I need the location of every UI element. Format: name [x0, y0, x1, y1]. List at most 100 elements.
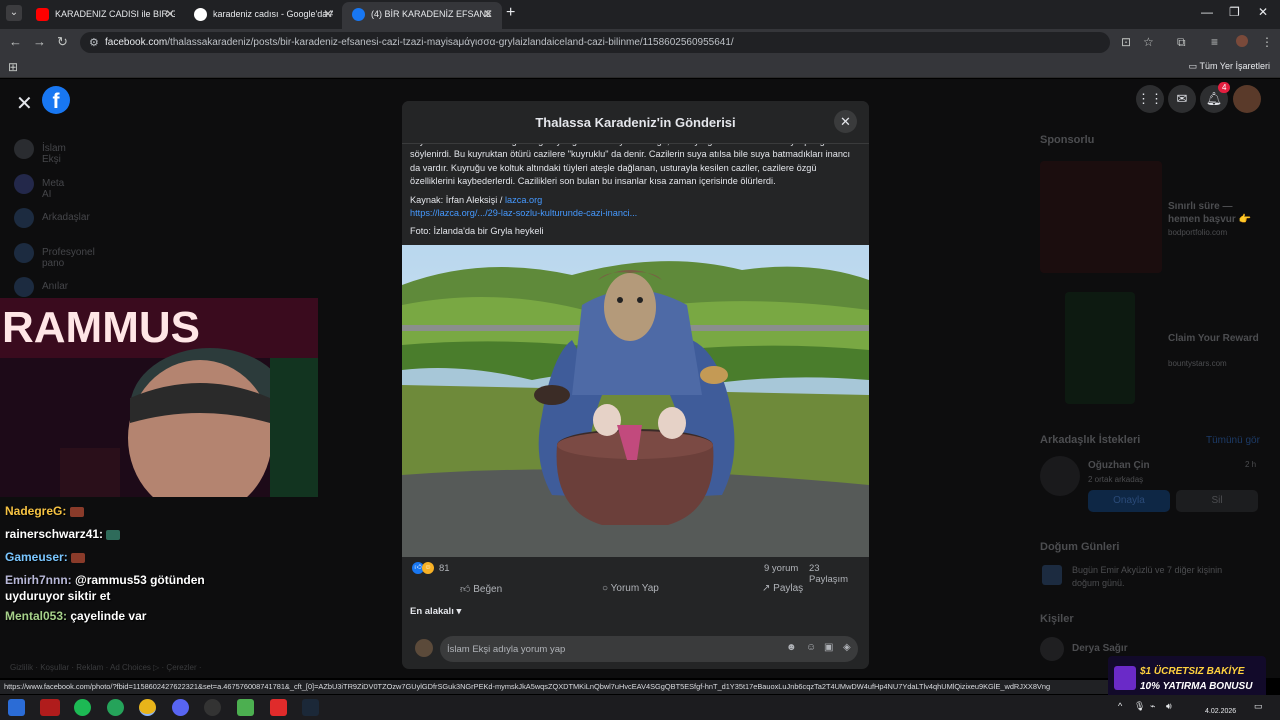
source-url-link[interactable]: https://lazca.org/.../29-laz-sozlu-kultu…: [410, 208, 637, 218]
ad-title[interactable]: hemen başvur 👉: [1168, 214, 1251, 225]
dashboard-icon: [14, 242, 34, 263]
chrome-icon[interactable]: [139, 699, 156, 716]
ad-image[interactable]: [1040, 161, 1162, 273]
comment-composer: İslam Ekşi adıyla yorum yap ☻ ☺ ▣ ◈: [410, 636, 860, 662]
see-all-link[interactable]: Tümünü gör: [1206, 435, 1260, 446]
tab-search-button[interactable]: ⌄: [6, 5, 22, 21]
messenger-icon[interactable]: ✉: [1168, 85, 1196, 113]
contact-name[interactable]: Derya Sağır: [1072, 643, 1128, 654]
avatar: [14, 139, 34, 159]
friend-requests-heading: Arkadaşlık İstekleri: [1040, 434, 1141, 446]
avatar[interactable]: [415, 639, 433, 657]
delete-button[interactable]: Sil: [1176, 490, 1258, 512]
minimize-button[interactable]: —: [1201, 5, 1213, 19]
profile-avatar[interactable]: [1236, 35, 1248, 47]
account-avatar[interactable]: [1233, 85, 1261, 113]
confirm-button[interactable]: Onayla: [1088, 490, 1170, 512]
avatar-sticker-icon[interactable]: ☻: [786, 642, 797, 653]
forward-icon[interactable]: →: [33, 34, 46, 49]
browser-tab-active[interactable]: (4) BİR KARADENİZ EFSANESİ: C ✕: [342, 2, 502, 29]
sponsored-heading: Sponsorlu: [1040, 134, 1095, 146]
maximize-button[interactable]: ❐: [1229, 5, 1240, 19]
clock-date[interactable]: 4.02.2026: [1205, 708, 1236, 715]
g-hub-icon[interactable]: [204, 699, 221, 716]
promo-logo-icon: [1114, 666, 1136, 690]
bookmark-star-icon[interactable]: ☆: [1143, 35, 1154, 49]
whatsapp-icon[interactable]: [107, 699, 124, 716]
chat-username: rainerschwarz41:: [5, 527, 104, 541]
meta-ai-icon: [14, 173, 34, 194]
close-window-button[interactable]: ✕: [1258, 5, 1268, 19]
comment-sort-dropdown[interactable]: En alakalı ▾: [410, 606, 461, 617]
comment-placeholder: İslam Ekşi adıyla yorum yap: [447, 644, 566, 655]
chat-username: Mental053:: [5, 609, 68, 623]
site-info-icon[interactable]: ⚙: [89, 36, 99, 49]
browser-tab[interactable]: KARADENIZ CADISI ile BIR GECE ✕: [26, 2, 184, 29]
share-icon: ↗: [762, 583, 774, 594]
close-viewer-icon[interactable]: ✕: [16, 91, 33, 116]
birthday-text[interactable]: doğum günü.: [1072, 578, 1125, 588]
network-icon[interactable]: ⌁: [1150, 701, 1155, 712]
footer-links[interactable]: Gizlilik · Koşullar · Reklam · Ad Choice…: [10, 663, 202, 672]
sticker-icon[interactable]: ◈: [843, 642, 851, 653]
share-label: Paylaş: [773, 583, 804, 594]
ad-title[interactable]: Sınırlı süre —: [1168, 201, 1232, 212]
comment-input[interactable]: İslam Ekşi adıyla yorum yap ☻ ☺ ▣ ◈: [440, 636, 858, 662]
discord-icon[interactable]: [172, 699, 189, 716]
install-app-icon[interactable]: ⊡: [1121, 35, 1131, 49]
chat-message: rainerschwarz41:: [5, 526, 265, 542]
close-tab-icon[interactable]: ✕: [165, 7, 175, 21]
all-bookmarks-link[interactable]: ▭ Tüm Yer İşaretleri: [1189, 61, 1270, 72]
avatar[interactable]: [1040, 456, 1080, 496]
gif-icon[interactable]: ▣: [824, 642, 833, 653]
media-player-icon[interactable]: [270, 699, 287, 716]
emoji-icon[interactable]: ☺: [806, 642, 816, 653]
emote-icon: [71, 552, 86, 563]
friend-name[interactable]: Oğuzhan Çin: [1088, 460, 1150, 471]
media-icon[interactable]: ≡: [1211, 35, 1218, 49]
post-photo[interactable]: [402, 245, 869, 557]
facebook-logo[interactable]: f: [42, 86, 70, 114]
apps-grid-icon[interactable]: ⊞: [8, 60, 18, 74]
google-icon: [194, 8, 207, 21]
url-text: facebook.com/thalassakaradeniz/posts/bir…: [105, 37, 734, 48]
comments-count[interactable]: 9 yorum: [764, 563, 798, 574]
modal-close-button[interactable]: ✕: [834, 110, 857, 133]
avatar[interactable]: [1040, 637, 1064, 661]
ad-image[interactable]: [1065, 292, 1135, 404]
address-bar[interactable]: ⚙ facebook.com/thalassakaradeniz/posts/b…: [80, 32, 1110, 53]
app-icon[interactable]: [237, 699, 254, 716]
ad-title[interactable]: Claim Your Reward: [1168, 333, 1259, 344]
close-tab-icon[interactable]: ✕: [483, 7, 493, 21]
tray-expand-icon[interactable]: ^: [1118, 701, 1122, 711]
chat-message: Emirh7nnn: @rammus53 götünden uyduruyor …: [5, 572, 265, 604]
close-tab-icon[interactable]: ✕: [323, 7, 333, 21]
contacts-heading: Kişiler: [1040, 613, 1074, 625]
haha-reaction-icon: ☺: [422, 562, 434, 574]
spotify-icon[interactable]: [74, 699, 91, 716]
source-link[interactable]: lazca.org: [505, 195, 542, 205]
reactions-count[interactable]: 81: [439, 563, 450, 574]
like-button[interactable]: 👍︎ Beğen: [460, 583, 502, 595]
notifications-icon[interactable]: ▭: [1254, 701, 1263, 712]
modal-title: Thalassa Karadeniz'in Gönderisi: [535, 115, 736, 130]
voicemeeter-icon[interactable]: [40, 699, 60, 716]
steam-icon[interactable]: [302, 699, 319, 716]
promo-line: 10% YATIRMA BONUSU: [1140, 681, 1253, 692]
browser-tab[interactable]: karadeniz cadısı - Google'da Ar ✕: [184, 2, 342, 29]
promo-banner: $1 ÜCRETSIZ BAKİYE 10% YATIRMA BONUSU: [1108, 656, 1266, 700]
mic-icon[interactable]: 🎙︎: [1134, 701, 1145, 712]
emote-icon: [69, 506, 84, 517]
windows-start-icon[interactable]: [8, 699, 25, 716]
extensions-icon[interactable]: ⧉: [1177, 35, 1186, 50]
reload-icon[interactable]: ↻: [57, 34, 68, 50]
new-tab-button[interactable]: +: [506, 4, 515, 22]
volume-icon[interactable]: 🔊︎: [1166, 701, 1172, 712]
comment-button[interactable]: ○ Yorum Yap: [602, 583, 659, 594]
post-source: Kaynak: İrfan Aleksişi / lazca.org: [410, 194, 860, 207]
menu-icon[interactable]: ⋮: [1261, 35, 1273, 49]
birthday-text[interactable]: Bugün Emir Akyüzlü ve 7 diğer kişinin: [1072, 565, 1222, 575]
back-icon[interactable]: ←: [9, 34, 22, 49]
share-button[interactable]: ↗ Paylaş: [762, 583, 803, 594]
menu-grid-icon[interactable]: ⋮⋮: [1136, 85, 1164, 113]
